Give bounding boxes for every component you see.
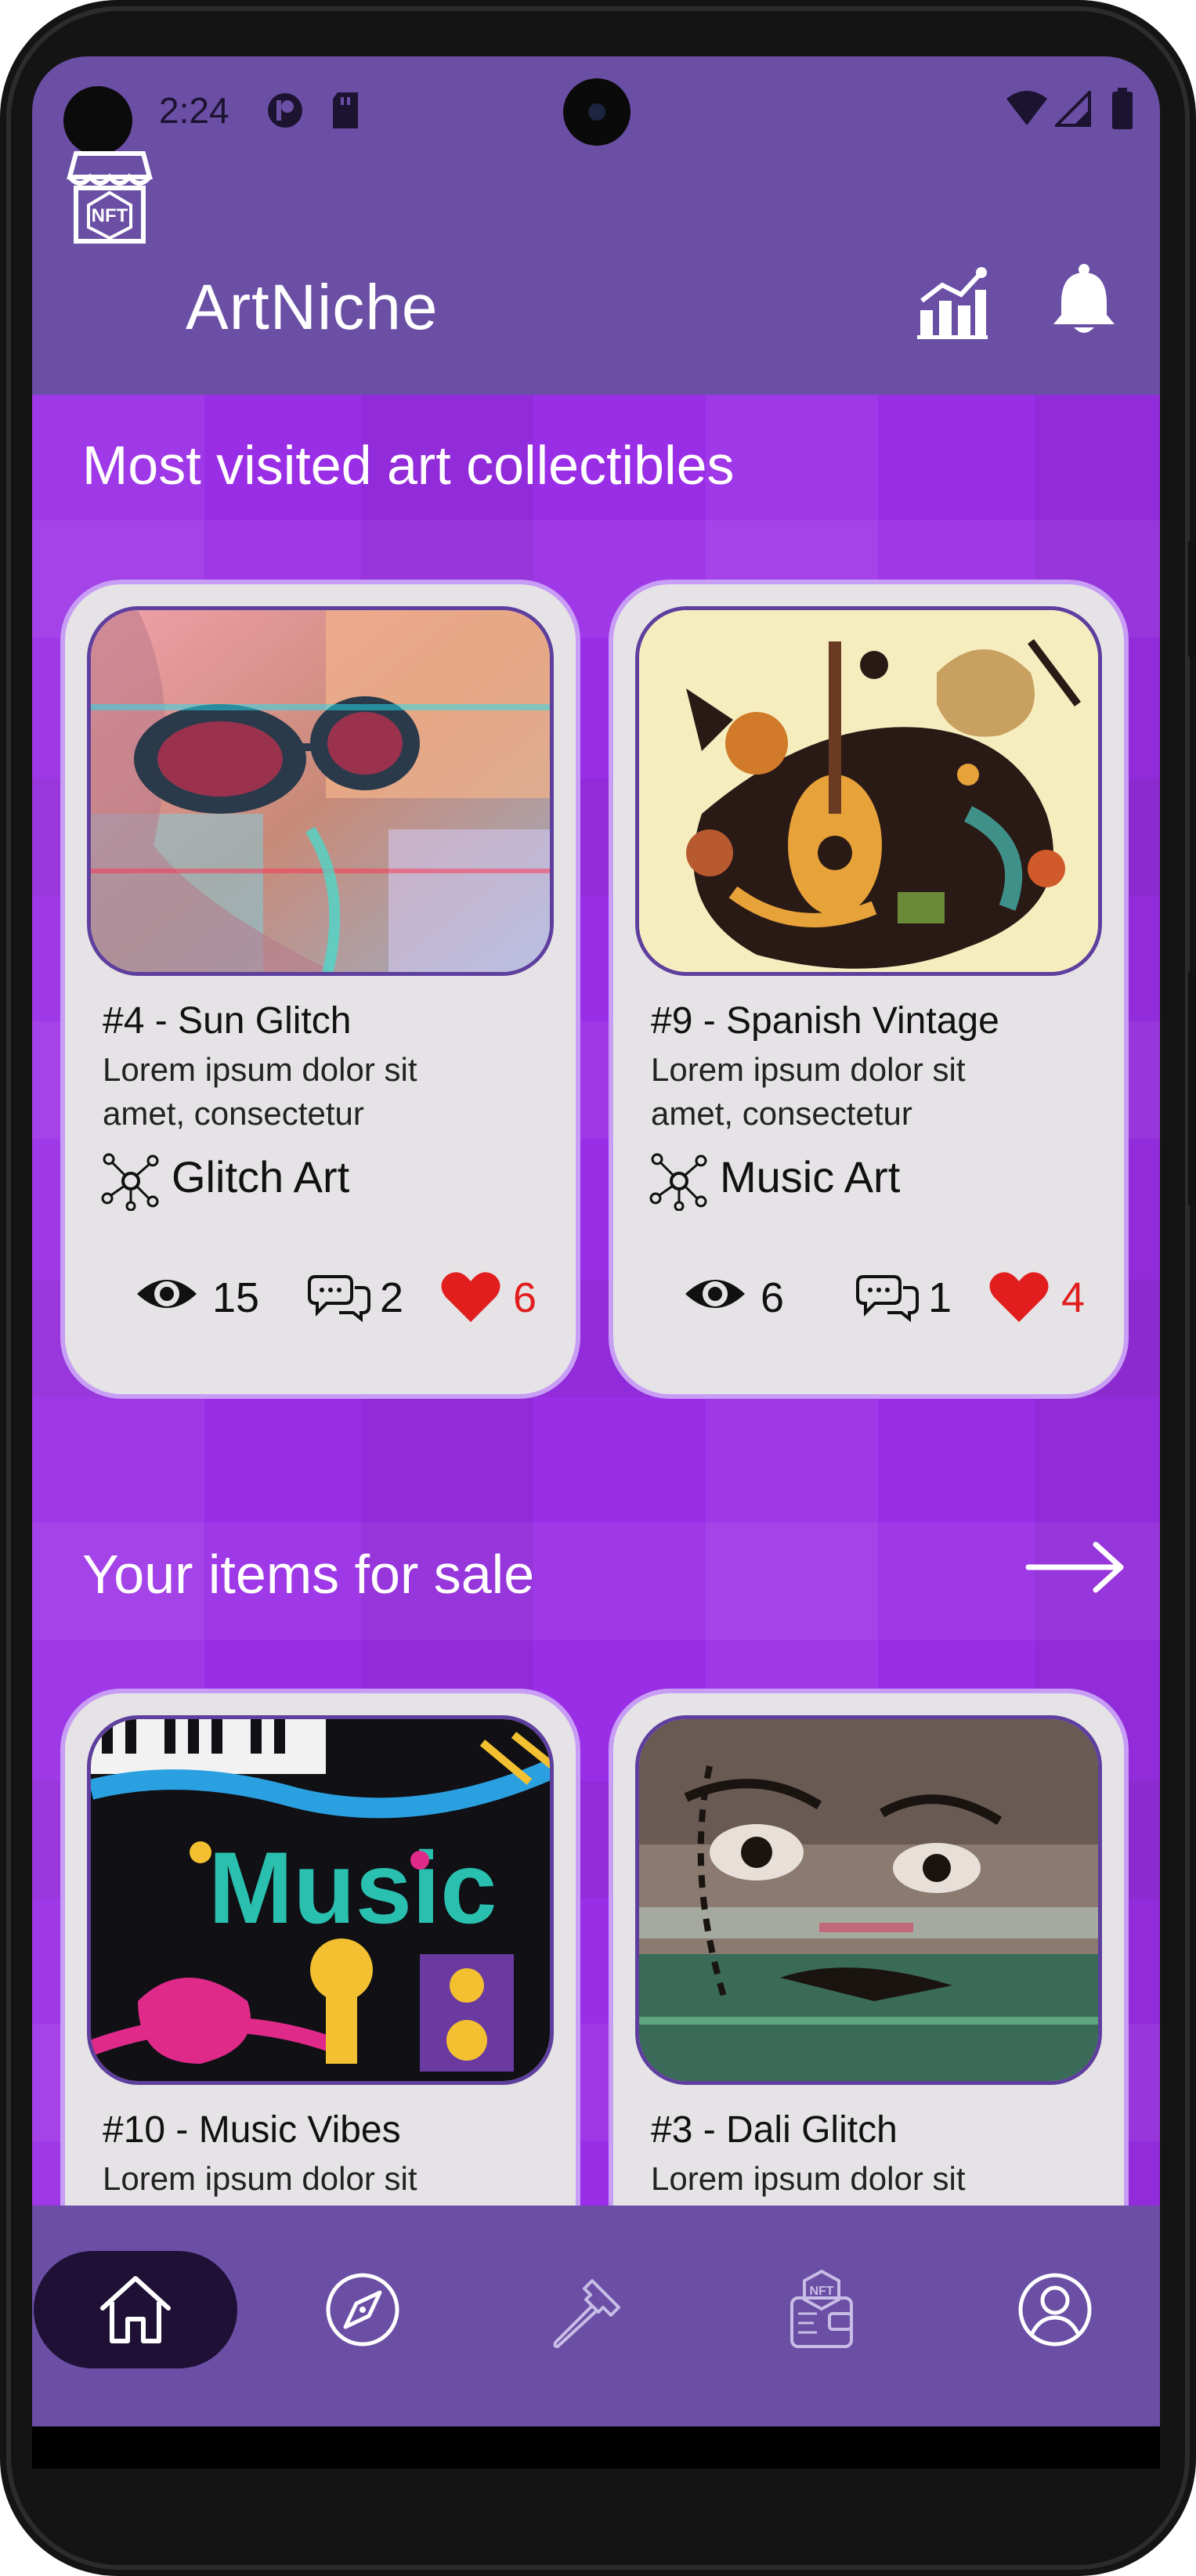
likes-count: 4	[1061, 1274, 1086, 1321]
power-button	[1188, 971, 1196, 1206]
art-description: Lorem ipsum dolor sit amet, consectetur	[103, 1048, 526, 1136]
compass-icon[interactable]	[323, 2271, 402, 2349]
art-description: Lorem ipsum dolor sit amet, consectetur	[651, 1048, 1074, 1136]
category-label: Music Art	[720, 1152, 901, 1201]
punch-hole-camera	[63, 86, 132, 155]
art-description: Lorem ipsum dolor sit	[651, 2157, 1074, 2201]
status-bar: 2:24	[32, 56, 1160, 166]
system-nav-bar	[32, 2426, 1160, 2469]
sync-icon	[266, 91, 305, 133]
nav-explore[interactable]	[292, 2251, 433, 2368]
content-area[interactable]: Most visited art collectibles #4 - Sun G…	[32, 395, 1160, 2206]
art-card[interactable]: #9 - Spanish Vintage Lorem ipsum dolor s…	[609, 580, 1129, 1399]
likes-count: 6	[513, 1274, 537, 1321]
svg-text:NFT: NFT	[809, 2285, 833, 2298]
nft-shop-logo-icon: NFT	[59, 146, 161, 251]
network-icon	[101, 1153, 159, 1211]
phone-frame: 2:24 NFT ArtNiche Most visited art colle…	[0, 0, 1196, 2576]
comments-count: 2	[380, 1274, 404, 1321]
bell-icon[interactable]	[1049, 263, 1119, 341]
app-title: ArtNiche	[186, 272, 439, 343]
svg-text:Music: Music	[208, 1830, 497, 1945]
network-icon	[649, 1153, 707, 1211]
svg-text:NFT: NFT	[92, 205, 128, 226]
art-title: #9 - Spanish Vintage	[651, 1000, 999, 1042]
nav-profile[interactable]	[985, 2251, 1126, 2368]
eye-icon	[137, 1280, 197, 1308]
bottom-nav: NFT	[32, 2206, 1160, 2426]
art-card[interactable]: #3 - Dali Glitch Lorem ipsum dolor sit	[609, 1689, 1129, 2206]
art-image-sun-glitch	[87, 606, 554, 976]
status-time: 2:24	[159, 90, 229, 131]
art-description-line: amet, consectetur	[103, 1095, 364, 1132]
art-description-line: Lorem ipsum dolor sit	[651, 1051, 966, 1088]
volume-button	[1188, 540, 1196, 658]
art-description-line: Lorem ipsum dolor sit	[103, 1051, 417, 1088]
profile-icon[interactable]	[1016, 2271, 1094, 2349]
hammer-icon[interactable]	[547, 2267, 633, 2353]
art-image-music-vibes: Music	[87, 1715, 554, 2085]
art-description: Lorem ipsum dolor sit	[103, 2157, 526, 2201]
category-label: Glitch Art	[172, 1152, 350, 1201]
section-title-most-visited: Most visited art collectibles	[82, 435, 735, 496]
art-image-spanish-vintage	[635, 606, 1102, 976]
chart-icon[interactable]	[914, 266, 989, 345]
section-title-for-sale: Your items for sale	[82, 1544, 535, 1605]
battery-icon	[1111, 88, 1133, 133]
art-stats: 6 1 4	[660, 1266, 1099, 1328]
art-card[interactable]: #4 - Sun Glitch Lorem ipsum dolor sit am…	[60, 580, 580, 1399]
app-bar: NFT ArtNiche	[32, 151, 1160, 395]
screen: 2:24 NFT ArtNiche Most visited art colle…	[32, 56, 1160, 2469]
nav-nft-wallet[interactable]: NFT	[751, 2251, 892, 2368]
comments-icon	[856, 1275, 919, 1322]
art-title: #4 - Sun Glitch	[103, 1000, 352, 1042]
eye-icon	[685, 1280, 745, 1308]
heart-icon[interactable]	[989, 1270, 1049, 1324]
views-count: 15	[212, 1274, 260, 1321]
art-image-dali-glitch	[635, 1715, 1102, 2085]
nav-home[interactable]	[34, 2251, 237, 2368]
art-stats: 15 2 6	[112, 1266, 551, 1328]
comments-count: 1	[928, 1274, 952, 1321]
art-title: #10 - Music Vibes	[103, 2109, 401, 2151]
sd-card-icon	[330, 91, 361, 133]
art-title: #3 - Dali Glitch	[651, 2109, 898, 2151]
views-count: 6	[761, 1274, 785, 1321]
front-camera	[563, 78, 631, 146]
nft-wallet-icon[interactable]: NFT	[782, 2267, 861, 2353]
heart-icon[interactable]	[441, 1270, 500, 1324]
art-card[interactable]: Music #10 - Music Vibes Lorem ipsum dolo…	[60, 1689, 580, 2206]
art-description-line: Lorem ipsum dolor sit	[103, 2160, 417, 2197]
art-description-line: Lorem ipsum dolor sit	[651, 2160, 966, 2197]
arrow-right-icon[interactable]	[1025, 1540, 1127, 1598]
nav-auction[interactable]	[519, 2251, 660, 2368]
art-description-line: amet, consectetur	[651, 1095, 912, 1132]
cell-signal-icon	[1053, 89, 1091, 130]
comments-icon	[308, 1275, 370, 1322]
home-icon[interactable]	[96, 2272, 175, 2347]
wifi-icon	[1005, 91, 1049, 130]
